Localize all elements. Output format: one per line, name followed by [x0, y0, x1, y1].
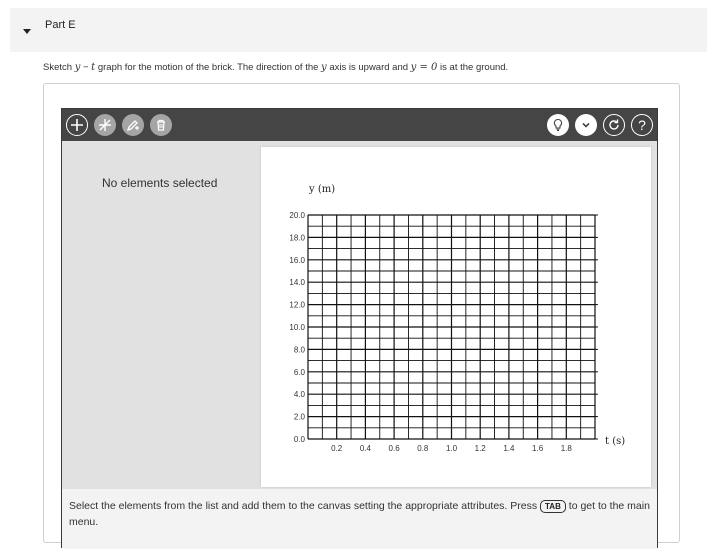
- y-tick-label: 4.0: [294, 390, 306, 399]
- x-tick-label: 0.4: [360, 444, 372, 453]
- question-instruction: Sketch y − t graph for the motion of the…: [43, 62, 509, 73]
- y-axis-ticks: 0.0 2.0 4.0 6.0 8.0 10.0 12.0 14.0 16.0 18.0 20.0: [289, 211, 305, 444]
- y-tick-label: 0.0: [294, 435, 306, 444]
- x-axis-label: t (s): [605, 436, 625, 447]
- graph-canvas[interactable]: 0.0 2.0 4.0 6.0 8.0 10.0 12.0 14.0 16.0 18.0 20.0 …: [261, 147, 651, 487]
- y-tick-label: 12.0: [289, 301, 305, 310]
- y-tick-label: 20.0: [289, 211, 305, 220]
- tab-key-badge: TAB: [540, 500, 566, 513]
- edit-element-button[interactable]: [122, 114, 144, 136]
- x-tick-label: 0.6: [389, 444, 401, 453]
- y-tick-label: 18.0: [289, 233, 305, 242]
- edit-icon: [126, 120, 139, 132]
- no-entry-icon: [99, 119, 111, 131]
- x-tick-label: 1.8: [561, 444, 573, 453]
- help-button[interactable]: ?: [631, 114, 653, 136]
- keyboard-instructions: Select the elements from the list and ad…: [69, 500, 650, 528]
- hint-bulb-icon: [553, 118, 563, 131]
- part-e-header[interactable]: Part E: [10, 8, 707, 52]
- y-axis-label: y (m): [308, 184, 335, 195]
- no-entry-button[interactable]: [94, 114, 116, 136]
- element-properties-panel: No elements selected: [62, 141, 259, 489]
- hint-button[interactable]: [547, 114, 569, 136]
- y-tick-label: 10.0: [289, 323, 305, 332]
- x-tick-label: 1.2: [475, 444, 487, 453]
- collapse-caret-icon[interactable]: [23, 29, 31, 34]
- chevron-down-icon: [582, 122, 590, 128]
- x-tick-label: 1.4: [503, 444, 515, 453]
- x-tick-label: 1.0: [446, 444, 458, 453]
- graph-toolbar: ?: [62, 109, 657, 141]
- help-icon: ?: [638, 118, 646, 132]
- x-tick-label: 1.6: [532, 444, 544, 453]
- y-tick-label: 6.0: [294, 368, 306, 377]
- part-title: Part E: [45, 19, 76, 31]
- y-tick-label: 14.0: [289, 278, 305, 287]
- svg-text:?: ?: [638, 118, 646, 132]
- trash-icon: [157, 119, 165, 131]
- delete-element-button[interactable]: [150, 114, 172, 136]
- instructions-panel: Select the elements from the list and ad…: [62, 489, 657, 549]
- y-t-graph[interactable]: 0.02.04.06.08.010.012.014.016.018.020.0 …: [261, 147, 651, 487]
- grid: [307, 214, 598, 440]
- y-tick-label: 2.0: [294, 413, 306, 422]
- y-tick-label: 8.0: [294, 345, 306, 354]
- x-tick-label: 0.2: [331, 444, 343, 453]
- y-tick-label: 16.0: [289, 256, 305, 265]
- more-options-button[interactable]: [575, 114, 597, 136]
- x-tick-label: 0.8: [417, 444, 429, 453]
- reset-button[interactable]: [603, 114, 625, 136]
- plus-icon: [71, 119, 83, 131]
- graphing-tool: ? No elements selected 0.0 2.0 4.0 6.0 8.0 10…: [61, 108, 658, 549]
- no-elements-selected-text: No elements selected: [102, 176, 218, 190]
- x-axis-ticks: 0.2 0.4 0.6 0.8 1.0 1.2 1.4 1.6 1.8: [331, 444, 572, 453]
- add-element-button[interactable]: [66, 114, 88, 136]
- reset-icon: [609, 119, 619, 130]
